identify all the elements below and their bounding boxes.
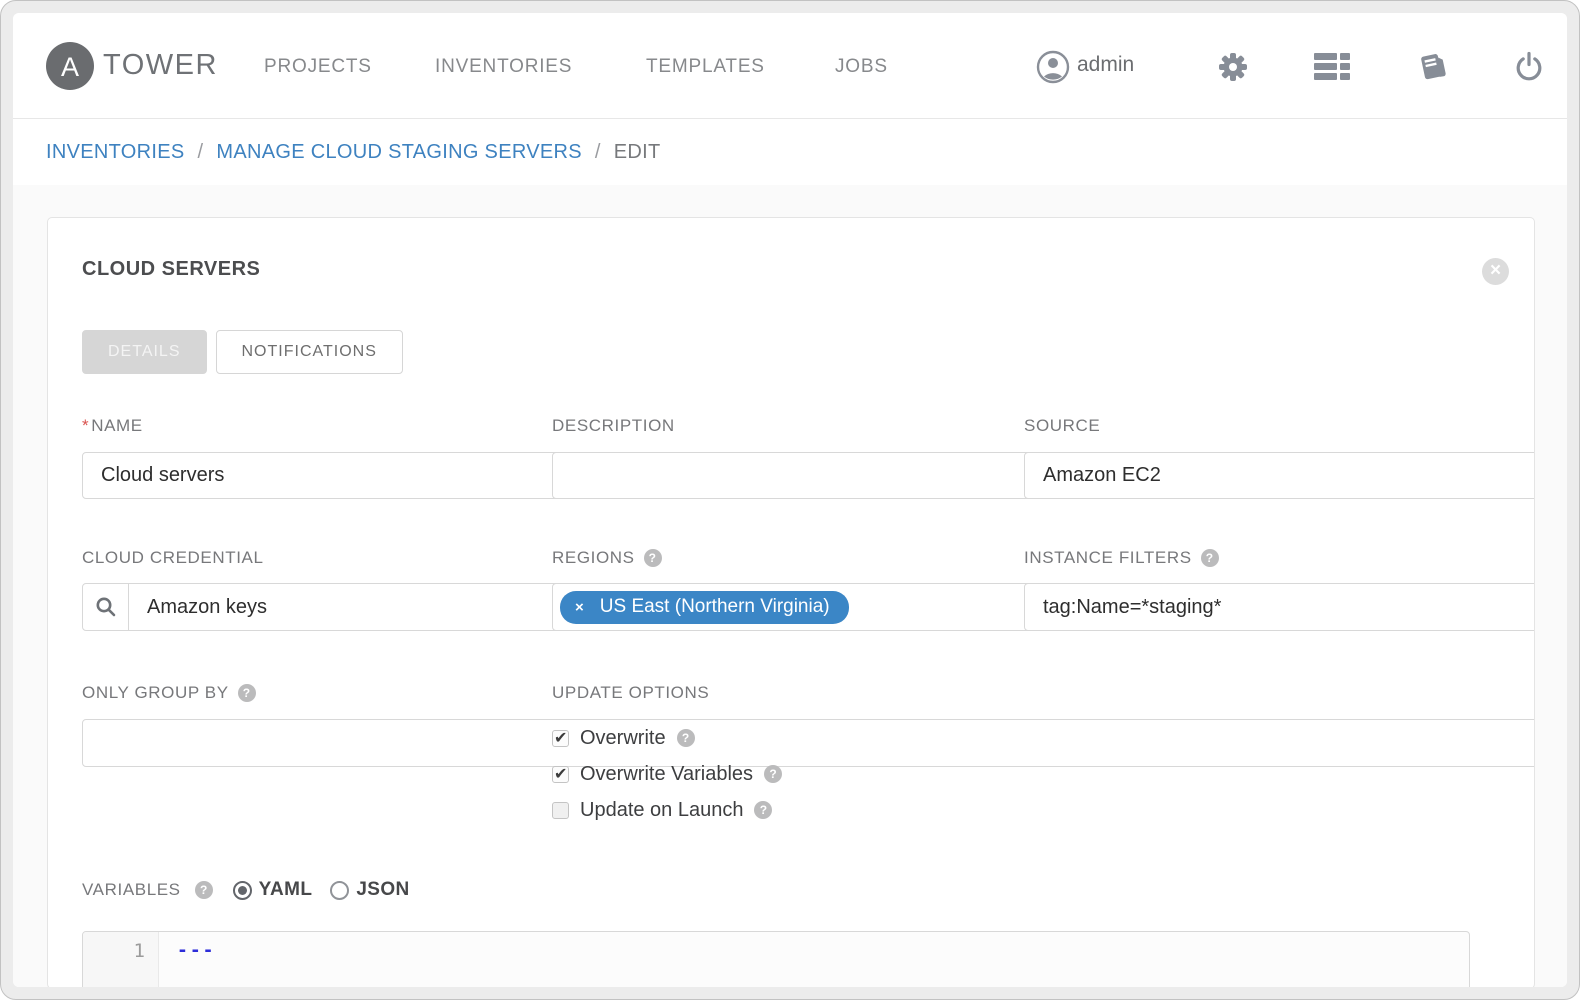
update-on-launch-checkbox[interactable] — [552, 802, 569, 819]
portal-list-icon[interactable] — [1314, 53, 1350, 81]
overwrite-checkbox[interactable] — [552, 730, 569, 747]
help-icon[interactable]: ? — [677, 729, 695, 747]
page-title: CLOUD SERVERS — [82, 258, 260, 281]
overwrite-label: Overwrite — [580, 727, 666, 750]
brand-name: TOWER — [103, 49, 218, 82]
svg-text:A: A — [61, 52, 79, 82]
tab-notifications[interactable]: NOTIFICATIONS — [216, 330, 403, 374]
option-row-overwrite: Overwrite ? — [552, 720, 973, 756]
page-body: CLOUD SERVERS × DETAILS NOTIFICATIONS *N… — [13, 185, 1567, 987]
editor-code[interactable]: --- — [159, 932, 1469, 987]
tab-details[interactable]: DETAILS — [82, 330, 207, 374]
breadcrumb-edit: EDIT — [614, 141, 661, 164]
overwrite-variables-label: Overwrite Variables — [580, 763, 753, 786]
window-frame: A TOWER PROJECTS INVENTORIES TEMPLATES J… — [0, 0, 1580, 1000]
update-options-group: Overwrite ? Overwrite Variables ? Update… — [552, 720, 973, 828]
cloud-credential-value: Amazon keys — [129, 596, 285, 619]
overwrite-variables-checkbox[interactable] — [552, 766, 569, 783]
breadcrumb: INVENTORIES / MANAGE CLOUD STAGING SERVE… — [13, 119, 1567, 185]
update-options-label: UPDATE OPTIONS — [552, 683, 973, 703]
nav-item-inventories[interactable]: INVENTORIES — [435, 56, 572, 78]
yaml-radio[interactable] — [233, 881, 252, 900]
nav-item-jobs[interactable]: JOBS — [835, 56, 888, 78]
settings-gear-icon[interactable] — [1217, 51, 1249, 83]
breadcrumb-separator: / — [595, 141, 601, 164]
variables-code-editor[interactable]: 1 --- — [82, 931, 1470, 987]
option-row-overwrite-variables: Overwrite Variables ? — [552, 756, 973, 792]
update-on-launch-label: Update on Launch — [580, 799, 743, 822]
regions-label: REGIONS ? — [552, 548, 973, 568]
description-label: DESCRIPTION — [552, 416, 973, 436]
logout-power-icon[interactable] — [1513, 50, 1545, 82]
variables-row: VARIABLES ? YAML JSON — [82, 879, 410, 901]
top-nav: A TOWER PROJECTS INVENTORIES TEMPLATES J… — [13, 13, 1567, 119]
json-label: JSON — [356, 879, 409, 901]
json-radio[interactable] — [330, 881, 349, 900]
cloud-credential-label: CLOUD CREDENTIAL — [82, 548, 502, 568]
name-label: *NAME — [82, 416, 502, 436]
instance-filters-input[interactable]: tag:Name=*staging* — [1024, 583, 1535, 631]
help-icon[interactable]: ? — [238, 684, 256, 702]
help-icon[interactable]: ? — [195, 881, 213, 899]
yaml-label: YAML — [259, 879, 313, 901]
help-icon[interactable]: ? — [754, 801, 772, 819]
source-selected-value: Amazon EC2 — [1025, 464, 1535, 487]
help-icon[interactable]: ? — [1201, 549, 1219, 567]
breadcrumb-separator: / — [198, 141, 204, 164]
option-row-update-on-launch: Update on Launch ? — [552, 792, 973, 828]
breadcrumb-inventories[interactable]: INVENTORIES — [46, 141, 185, 164]
required-marker: * — [82, 416, 89, 435]
only-group-by-label: ONLY GROUP BY ? — [82, 683, 502, 703]
help-icon[interactable]: ? — [644, 549, 662, 567]
source-select[interactable]: Amazon EC2 — [1024, 452, 1535, 499]
tab-bar: DETAILS NOTIFICATIONS — [82, 330, 403, 374]
close-icon[interactable]: × — [1482, 258, 1509, 285]
search-icon — [95, 596, 117, 618]
remove-tag-icon[interactable]: × — [575, 599, 584, 616]
nav-item-projects[interactable]: PROJECTS — [264, 56, 372, 78]
breadcrumb-manage-cloud-staging-servers[interactable]: MANAGE CLOUD STAGING SERVERS — [216, 141, 582, 164]
docs-book-icon[interactable] — [1415, 50, 1449, 84]
tower-logo-icon[interactable]: A — [46, 42, 94, 90]
variables-label: VARIABLES — [82, 880, 181, 900]
region-tag: × US East (Northern Virginia) — [560, 591, 849, 624]
credential-lookup-button[interactable] — [83, 584, 129, 630]
help-icon[interactable]: ? — [764, 765, 782, 783]
region-tag-label: US East (Northern Virginia) — [600, 596, 830, 618]
group-edit-card: CLOUD SERVERS × DETAILS NOTIFICATIONS *N… — [47, 217, 1535, 987]
nav-item-templates[interactable]: TEMPLATES — [646, 56, 765, 78]
editor-line-number: 1 — [83, 932, 159, 987]
user-name[interactable]: admin — [1077, 53, 1134, 77]
source-label: SOURCE — [1024, 416, 1446, 436]
instance-filters-label: INSTANCE FILTERS ? — [1024, 548, 1446, 568]
app-window: A TOWER PROJECTS INVENTORIES TEMPLATES J… — [13, 13, 1567, 987]
user-avatar-icon[interactable] — [1036, 50, 1070, 84]
